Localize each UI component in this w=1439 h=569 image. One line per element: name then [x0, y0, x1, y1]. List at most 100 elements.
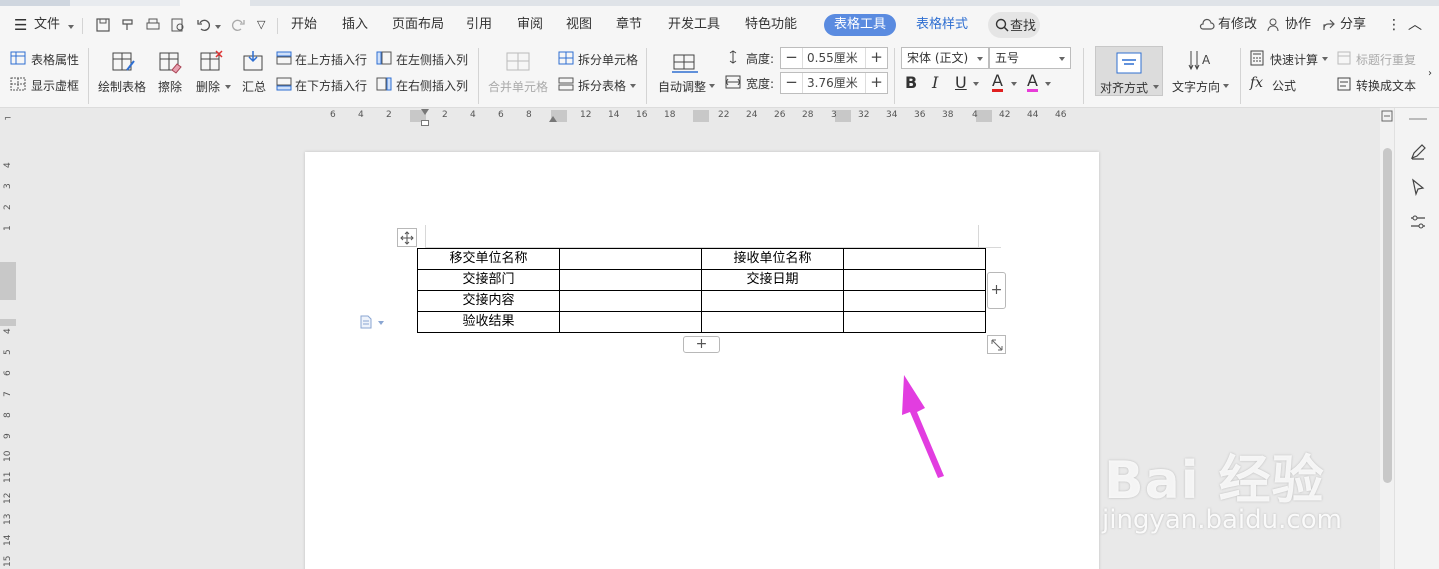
add-row-button[interactable]: +	[683, 336, 720, 353]
format-painter-icon[interactable]	[120, 17, 136, 33]
settings-sliders-icon[interactable]	[1409, 213, 1427, 231]
height-stepper[interactable]: − 0.55厘米 +	[780, 47, 888, 69]
tab-table-style[interactable]: 表格样式	[916, 14, 968, 36]
font-family-select[interactable]: 宋体 (正文)	[901, 47, 989, 69]
scrollbar-thumb[interactable]	[1383, 148, 1392, 483]
height-value[interactable]: 0.55厘米	[807, 48, 858, 68]
more-options-icon[interactable]: ⋮	[1387, 14, 1401, 36]
table-properties-button[interactable]: 表格属性	[31, 51, 79, 68]
tab-table-tools[interactable]: 表格工具	[824, 14, 896, 36]
insert-column-right-button[interactable]: 在右侧插入列	[396, 77, 468, 94]
ruler-tick: 38	[942, 110, 954, 120]
left-indent-marker[interactable]	[421, 120, 429, 126]
italic-button[interactable]: I	[932, 73, 938, 92]
erase-button[interactable]: 擦除	[158, 78, 182, 95]
table-cell[interactable]	[559, 311, 702, 333]
undo-icon[interactable]	[196, 17, 212, 33]
table-cell[interactable]	[701, 290, 844, 312]
cursor-select-icon[interactable]	[1409, 178, 1427, 196]
tab-stop-selector[interactable]: ⌐	[4, 114, 12, 124]
table-resize-handle[interactable]	[987, 335, 1006, 354]
save-icon[interactable]	[95, 17, 111, 33]
increase-width-button[interactable]: +	[865, 73, 887, 93]
table-cell[interactable]	[559, 290, 702, 312]
increase-height-button[interactable]: +	[865, 48, 887, 68]
document-page[interactable]	[305, 152, 1099, 569]
table-cell[interactable]	[843, 269, 986, 291]
width-stepper[interactable]: − 3.76厘米 +	[780, 72, 888, 94]
table-move-handle[interactable]	[397, 228, 417, 247]
vertical-ruler[interactable]: 4 3 2 1 4 5 6 7 8 9 10 11 12 13 14 15	[0, 124, 16, 569]
table-cell[interactable]: 交接部门	[417, 269, 560, 291]
tab-developer[interactable]: 开发工具	[668, 14, 720, 36]
font-size-select[interactable]: 五号	[989, 47, 1071, 69]
print-icon[interactable]	[145, 17, 161, 33]
collaborate-button[interactable]: 协作	[1285, 14, 1311, 36]
split-table-button[interactable]: 拆分表格	[578, 77, 626, 94]
table-cell[interactable]: 交接日期	[701, 269, 844, 291]
document-table[interactable]: 移交单位名称 接收单位名称 交接部门 交接日期 交接内容 验收结果	[417, 248, 986, 333]
hamburger-icon[interactable]: ☰	[14, 14, 27, 36]
tab-page-layout[interactable]: 页面布局	[392, 14, 444, 36]
chevron-down-icon[interactable]	[215, 25, 221, 29]
table-cell[interactable]	[843, 311, 986, 333]
table-cell[interactable]	[559, 248, 702, 270]
summary-button[interactable]: 汇总	[242, 78, 266, 95]
delete-button[interactable]: 删除	[196, 78, 220, 95]
align-button[interactable]: 对齐方式	[1095, 46, 1163, 96]
quick-access-more-icon[interactable]: ▽	[257, 14, 265, 36]
tab-special-features[interactable]: 特色功能	[745, 14, 797, 36]
search-button[interactable]: 查找	[988, 12, 1040, 38]
title-row-repeat-button[interactable]: 标题行重复	[1356, 51, 1416, 68]
tab-references[interactable]: 引用	[466, 14, 492, 36]
vertical-scrollbar[interactable]	[1380, 108, 1394, 569]
quick-calc-button[interactable]: 快速计算	[1270, 51, 1318, 68]
underline-button[interactable]: U	[955, 73, 967, 92]
table-cell[interactable]	[843, 248, 986, 270]
table-cell[interactable]	[843, 290, 986, 312]
scroll-mode-icon[interactable]	[1381, 110, 1393, 122]
first-line-indent-marker[interactable]	[421, 109, 429, 115]
tab-view[interactable]: 视图	[566, 14, 592, 36]
font-color-button[interactable]: A	[992, 72, 1003, 92]
tab-review[interactable]: 审阅	[517, 14, 543, 36]
convert-to-text-button[interactable]: 转换成文本	[1356, 77, 1416, 94]
table-cell[interactable]: 移交单位名称	[417, 248, 560, 270]
merge-cells-button[interactable]: 合并单元格	[488, 78, 548, 95]
insert-row-above-button[interactable]: 在上方插入行	[295, 51, 367, 68]
paste-options-button[interactable]	[358, 314, 388, 330]
table-cell[interactable]: 验收结果	[417, 311, 560, 333]
redo-icon[interactable]	[230, 17, 246, 33]
add-column-button[interactable]: +	[987, 272, 1006, 309]
collapse-ribbon-icon[interactable]: ︿	[1408, 14, 1422, 36]
highlight-color-button[interactable]: A	[1027, 72, 1038, 92]
text-direction-button[interactable]: 文字方向	[1172, 78, 1220, 95]
ribbon-scroll-right-icon[interactable]: ›	[1428, 68, 1432, 79]
tab-chapter[interactable]: 章节	[616, 14, 642, 36]
table-cell[interactable]	[701, 311, 844, 333]
split-cells-button[interactable]: 拆分单元格	[578, 51, 638, 68]
insert-column-left-button[interactable]: 在左侧插入列	[396, 51, 468, 68]
has-changes-status[interactable]: 有修改	[1218, 14, 1257, 36]
show-gridlines-button[interactable]: 显示虚框	[31, 77, 79, 94]
pen-icon[interactable]	[1409, 143, 1427, 161]
tab-insert[interactable]: 插入	[342, 14, 368, 36]
tab-home[interactable]: 开始	[291, 14, 317, 36]
chevron-down-icon	[1223, 84, 1229, 88]
share-button[interactable]: 分享	[1340, 14, 1366, 36]
width-value[interactable]: 3.76厘米	[807, 73, 858, 93]
right-indent-marker[interactable]	[549, 116, 557, 122]
table-cell[interactable]	[559, 269, 702, 291]
bold-button[interactable]: B	[905, 73, 917, 92]
auto-adjust-button[interactable]: 自动调整	[658, 78, 706, 95]
draw-table-button[interactable]: 绘制表格	[98, 78, 146, 95]
decrease-width-button[interactable]: −	[781, 73, 803, 93]
horizontal-ruler[interactable]: 6 4 2 2 4 6 8 12 14 16 18 22 24 26 28 3 …	[0, 108, 1380, 126]
table-cell[interactable]: 交接内容	[417, 290, 560, 312]
insert-row-below-button[interactable]: 在下方插入行	[295, 77, 367, 94]
menu-file[interactable]: 文件	[34, 14, 60, 36]
print-preview-icon[interactable]	[170, 17, 186, 33]
formula-button[interactable]: 公式	[1272, 77, 1296, 94]
table-cell[interactable]: 接收单位名称	[701, 248, 844, 270]
decrease-height-button[interactable]: −	[781, 48, 803, 68]
